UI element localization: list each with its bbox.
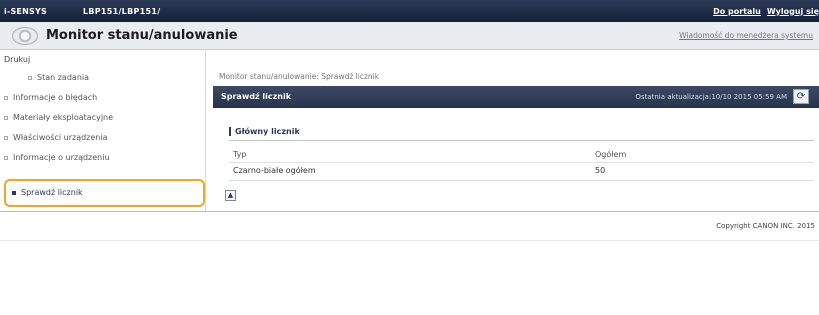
sidebar-item-job-status[interactable]: Stan zadania <box>28 73 89 82</box>
row-divider <box>229 180 814 181</box>
panel-header: Sprawdź licznik Ostatnia aktualizacja:10… <box>213 86 819 108</box>
sidebar-item-error-info[interactable]: Informacje o błędach <box>4 93 97 102</box>
message-to-admin-link[interactable]: Wiadomość do menedżera systemu <box>679 31 813 40</box>
column-header-type: Typ <box>233 150 247 159</box>
bullet-icon <box>4 135 8 140</box>
sidebar-item-device-info[interactable]: Informacje o urządzeniu <box>4 153 110 162</box>
divider <box>229 140 814 141</box>
scroll-top-icon[interactable]: ▲ <box>225 190 236 201</box>
bullet-icon <box>4 115 8 120</box>
table-cell-total: 50 <box>595 166 606 175</box>
selected-bullet-icon <box>12 190 16 195</box>
sidebar-item-label: Materiały eksploatacyjne <box>13 113 114 122</box>
section-title: Główny licznik <box>229 127 300 136</box>
bullet-icon <box>28 75 32 80</box>
sidebar-item-print[interactable]: Drukuj <box>4 55 30 64</box>
page-title: Monitor stanu/anulowanie <box>46 28 238 43</box>
top-links: Do portalu Wyloguj się <box>707 0 819 22</box>
row-divider <box>229 162 814 163</box>
sidebar-item-label: Sprawdź licznik <box>21 188 83 197</box>
portal-link[interactable]: Do portalu <box>713 7 761 16</box>
sidebar-item-label: Informacje o błędach <box>13 93 98 102</box>
divider <box>0 211 819 212</box>
refresh-icon[interactable]: ⟳ <box>793 89 809 104</box>
sidebar-item-check-counter-inner: Sprawdź licznik <box>12 188 83 197</box>
sidebar-item-consumables[interactable]: Materiały eksploatacyjne <box>4 113 113 122</box>
breadcrumb: Monitor stanu/anulowanie: Sprawdź liczni… <box>219 72 380 81</box>
brand-label: i-SENSYS <box>4 6 47 16</box>
bullet-icon <box>4 95 8 100</box>
sidebar-item-device-properties[interactable]: Właściwości urządzenia <box>4 133 108 142</box>
bullet-icon <box>4 155 8 160</box>
sidebar: Drukuj Stan zadania Informacje o błędach… <box>0 51 206 211</box>
table-cell-type: Czarno-białe ogółem <box>233 166 316 175</box>
logout-link[interactable]: Wyloguj się <box>767 7 819 16</box>
top-bar: i-SENSYS LBP151/LBP151/ Do portalu Wylog… <box>0 0 819 22</box>
sidebar-item-check-counter[interactable]: Sprawdź licznik <box>4 179 205 207</box>
divider <box>0 240 819 241</box>
sidebar-item-label: Informacje o urządzeniu <box>13 153 110 162</box>
copyright-text: Copyright CANON INC. 2015 <box>716 222 815 230</box>
sidebar-item-label: Stan zadania <box>37 73 90 82</box>
device-model-label: LBP151/LBP151/ <box>82 6 161 16</box>
last-update-text: Ostatnia aktualizacja:10/10 2015 05:59 A… <box>635 93 787 101</box>
sidebar-item-label: Właściwości urządzenia <box>13 133 108 142</box>
monitor-status-icon <box>12 26 38 45</box>
panel-title: Sprawdź licznik <box>221 92 292 101</box>
page-header: Monitor stanu/anulowanie Wiadomość do me… <box>0 22 819 50</box>
column-header-total: Ogółem <box>595 150 627 159</box>
